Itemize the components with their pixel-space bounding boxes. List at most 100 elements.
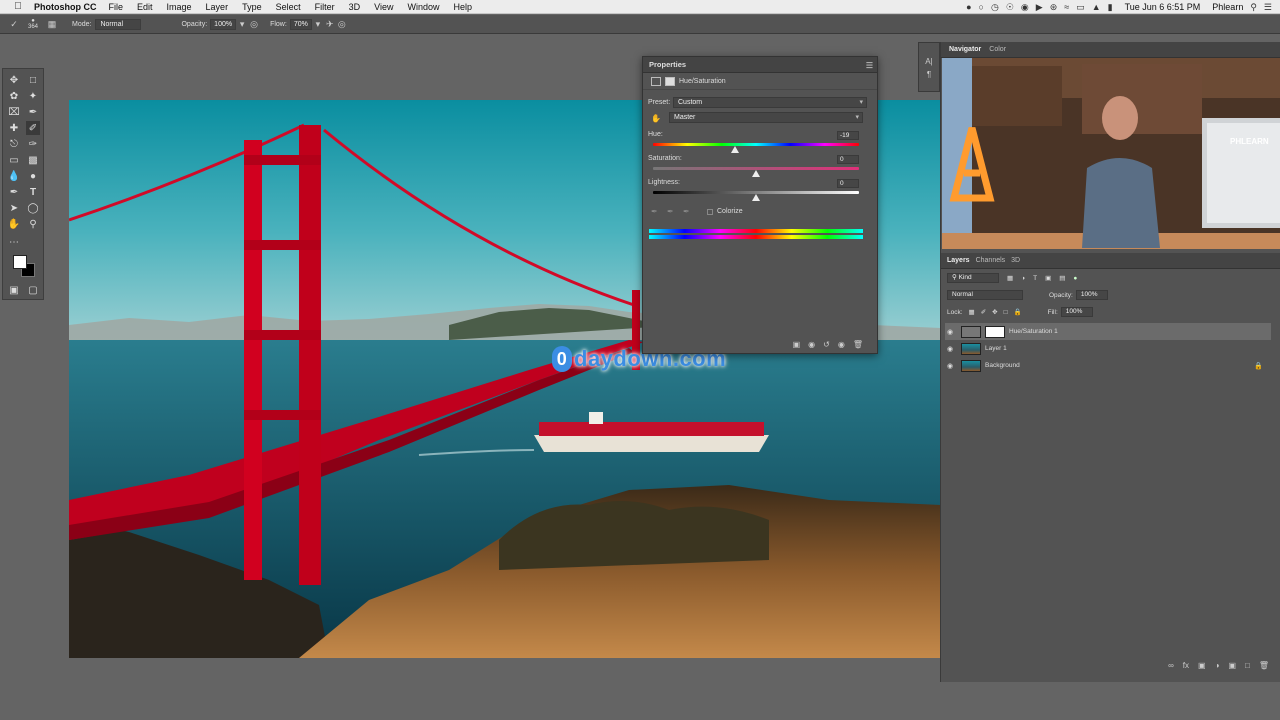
crop-tool-icon[interactable]: ⌧ [7,105,21,119]
airbrush-icon[interactable]: ✈ [324,18,336,30]
targeted-adjustment-hand-icon[interactable]: ✋ [651,114,661,123]
more-tools-icon[interactable]: ⋯ [7,235,21,249]
brush-tool-icon[interactable]: ✐ [26,121,40,135]
menu-edit[interactable]: Edit [137,2,153,12]
paragraph-panel-icon[interactable]: ¶ [919,70,939,79]
tab-3d[interactable]: 3D [1011,257,1020,264]
brush-tool-preset-icon[interactable]: ✓ [8,18,20,30]
quick-mask-icon[interactable]: ▣ [7,283,21,297]
app-name-menu[interactable]: Photoshop CC [34,2,97,12]
channel-select[interactable]: Master ▾ [669,112,863,123]
apple-icon[interactable]:  [12,1,24,12]
new-group-icon[interactable]: ▣ [1228,661,1236,670]
new-adjustment-icon[interactable]: ◑ [1215,661,1220,670]
filter-adjustment-icon[interactable]: ◑ [1021,275,1025,282]
dodge-tool-icon[interactable]: ● [26,169,40,183]
type-tool-icon[interactable]: T [26,185,40,199]
airplay-icon[interactable]: ▭ [1076,2,1085,13]
filter-shape-icon[interactable]: ▣ [1045,274,1051,282]
brush-size-preview[interactable]: ● 364 [28,18,38,30]
menubar-user[interactable]: Phlearn [1212,2,1243,12]
panel-menu-icon[interactable]: ☰ [866,61,873,70]
menu-view[interactable]: View [374,2,393,12]
lasso-tool-icon[interactable]: ✿ [7,89,21,103]
history-brush-tool-icon[interactable]: ✑ [26,137,40,151]
creative-cloud-icon[interactable]: ☉ [1006,2,1014,13]
zoom-tool-icon[interactable]: ⚲ [26,217,40,231]
wifi-icon[interactable]: ≈ [1064,2,1069,12]
tab-channels[interactable]: Channels [976,257,1006,264]
lock-image-icon[interactable]: ✐ [981,308,986,316]
visibility-eye-icon[interactable]: ◉ [945,345,955,353]
hue-slider-thumb[interactable] [731,146,740,153]
saturation-slider-thumb[interactable] [752,170,760,177]
layer-style-icon[interactable]: fx [1183,661,1189,670]
clip-to-layer-icon[interactable]: ▣ [793,340,801,349]
chevron-down-icon[interactable]: ▾ [236,18,248,30]
menu-help[interactable]: Help [453,2,472,12]
menu-select[interactable]: Select [276,2,301,12]
pressure-opacity-icon[interactable]: ◎ [248,18,260,30]
layer-opacity-field[interactable]: 100% [1075,290,1108,300]
fill-field[interactable]: 100% [1060,307,1093,317]
properties-titlebar[interactable]: Properties ☰ [643,57,877,73]
filter-smart-object-icon[interactable]: ▤ [1059,274,1065,282]
filter-kind-select[interactable]: ⚲ Kind [947,273,999,283]
screen-mode-icon[interactable]: ▢ [26,283,40,297]
layer-row-layer-1[interactable]: ◉ Layer 1 [945,340,1271,357]
mask-icon[interactable] [665,76,675,86]
menubar-clock[interactable]: Tue Jun 6 6:51 PM [1125,2,1201,12]
circle-icon[interactable]: ○ [979,2,984,12]
preset-select[interactable]: Custom ▾ [673,97,867,108]
eyedropper-plus-icon[interactable]: ✒ [667,207,674,216]
eyedropper-minus-icon[interactable]: ✒ [683,207,690,216]
notifications-icon[interactable]: ☰ [1264,2,1272,13]
gradient-tool-icon[interactable]: ▩ [26,153,40,167]
visibility-eye-icon[interactable]: ◉ [838,340,845,349]
menu-layer[interactable]: Layer [206,2,229,12]
tab-layers[interactable]: Layers [947,257,970,264]
play-icon[interactable]: ▶ [1036,2,1043,13]
lightness-value-field[interactable]: 0 [837,179,859,188]
filter-toggle-icon[interactable]: ● [1073,275,1077,282]
path-selection-tool-icon[interactable]: ➤ [7,201,21,215]
flow-field[interactable]: 70% [289,18,312,30]
brush-panel-icon[interactable]: ▦ [46,18,58,30]
reset-icon[interactable]: ↺ [823,340,830,349]
filter-type-icon[interactable]: T [1033,275,1037,282]
clone-stamp-tool-icon[interactable]: ⎋ [7,137,21,151]
menu-file[interactable]: File [109,2,124,12]
layer-row-hue-saturation[interactable]: ◉ Hue/Saturation 1 [945,323,1271,340]
menu-3d[interactable]: 3D [349,2,361,12]
clock-icon[interactable]: ◷ [991,2,999,13]
new-layer-icon[interactable]: □ [1245,661,1250,670]
add-mask-icon[interactable]: ▣ [1198,661,1206,670]
saturation-value-field[interactable]: 0 [837,155,859,164]
lock-position-icon[interactable]: ✥ [992,308,997,316]
colorize-checkbox[interactable]: Colorize [707,208,743,215]
filter-pixel-icon[interactable]: ▦ [1007,274,1013,282]
pressure-size-icon[interactable]: ◎ [336,18,348,30]
trash-icon[interactable]: 🗑 [853,340,863,349]
tab-color[interactable]: Color [989,46,1006,53]
visibility-eye-icon[interactable]: ◉ [945,328,955,336]
layer-row-background[interactable]: ◉ Background 🔒 [945,357,1271,374]
mask-thumbnail[interactable] [985,325,1005,338]
volume-icon[interactable]: ▲ [1092,2,1101,12]
mode-select[interactable]: Normal [95,18,142,30]
chevron-down-icon[interactable]: ▾ [312,18,324,30]
battery-icon[interactable]: ▮ [1108,2,1113,13]
eyedropper-tool-icon[interactable]: ✒ [26,105,40,119]
menu-type[interactable]: Type [242,2,262,12]
marquee-tool-icon[interactable]: □ [26,73,40,87]
opacity-field[interactable]: 100% [210,18,237,30]
record-icon[interactable]: ● [966,2,971,12]
blur-tool-icon[interactable]: 💧 [7,169,21,183]
link-layers-icon[interactable]: ∞ [1168,661,1174,670]
tab-navigator[interactable]: Navigator [949,46,981,53]
foreground-color-swatch[interactable] [13,255,27,269]
trash-icon[interactable]: 🗑 [1259,661,1269,670]
hand-tool-icon[interactable]: ✋ [7,217,21,231]
lightness-slider-thumb[interactable] [752,194,760,201]
ellipse-tool-icon[interactable]: ◯ [26,201,40,215]
